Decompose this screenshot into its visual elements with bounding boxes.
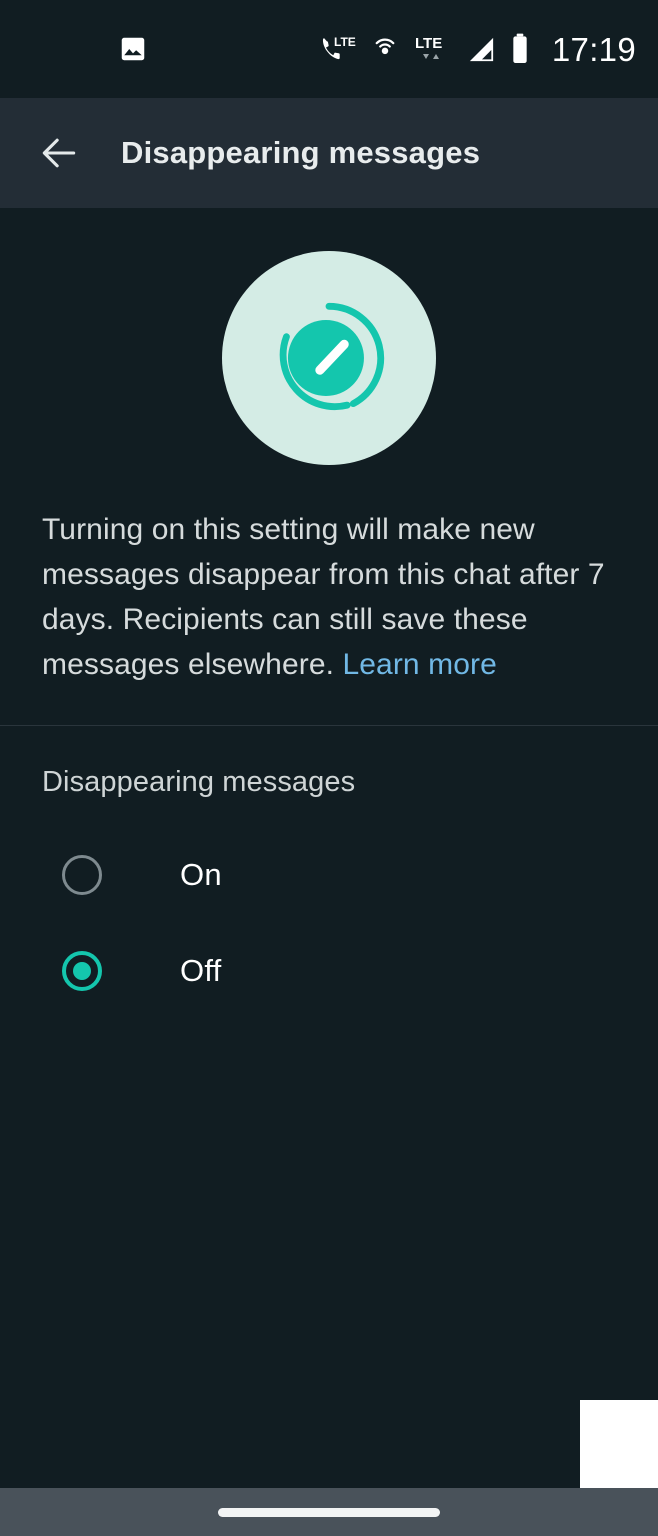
radio-option-on-label: On xyxy=(180,857,222,892)
svg-text:LTE: LTE xyxy=(415,35,442,52)
section-header: Disappearing messages xyxy=(42,766,356,798)
page-title: Disappearing messages xyxy=(121,135,481,170)
radio-option-off[interactable]: Off xyxy=(0,923,658,1019)
disappearing-timer-icon xyxy=(222,251,436,465)
home-indicator[interactable] xyxy=(218,1507,440,1517)
description-body: Turning on this setting will make new me… xyxy=(42,513,605,681)
hotspot-icon xyxy=(370,34,400,64)
svg-text:LTE: LTE xyxy=(334,35,356,49)
status-bar-notifications xyxy=(0,34,148,64)
radio-button-selected-icon[interactable] xyxy=(62,951,102,991)
battery-icon xyxy=(510,33,530,65)
radio-option-on[interactable]: On xyxy=(0,827,658,923)
system-navigation-bar xyxy=(0,1488,658,1536)
back-arrow-icon xyxy=(42,138,76,168)
screenshot-overlay-square xyxy=(580,1400,658,1488)
radio-button-unselected-icon[interactable] xyxy=(62,855,102,895)
settings-content: Turning on this setting will make new me… xyxy=(0,208,658,1536)
back-button[interactable] xyxy=(22,116,96,190)
image-icon xyxy=(118,34,148,64)
status-bar-system-icons: LTE LTE 17:19 xyxy=(321,33,636,66)
disappearing-messages-radio-group: On Off xyxy=(0,827,658,1019)
radio-dot xyxy=(73,962,91,980)
description-text: Turning on this setting will make new me… xyxy=(0,507,658,687)
hero-illustration xyxy=(0,208,658,507)
learn-more-link[interactable]: Learn more xyxy=(342,648,496,681)
radio-option-off-label: Off xyxy=(180,953,222,988)
signal-bars-icon xyxy=(466,34,497,65)
app-bar: Disappearing messages xyxy=(0,98,658,208)
lte-data-icon: LTE xyxy=(413,33,453,65)
volte-phone-icon: LTE xyxy=(321,34,357,64)
status-bar-clock: 17:19 xyxy=(551,30,636,68)
status-bar: LTE LTE 17:19 xyxy=(0,0,658,98)
